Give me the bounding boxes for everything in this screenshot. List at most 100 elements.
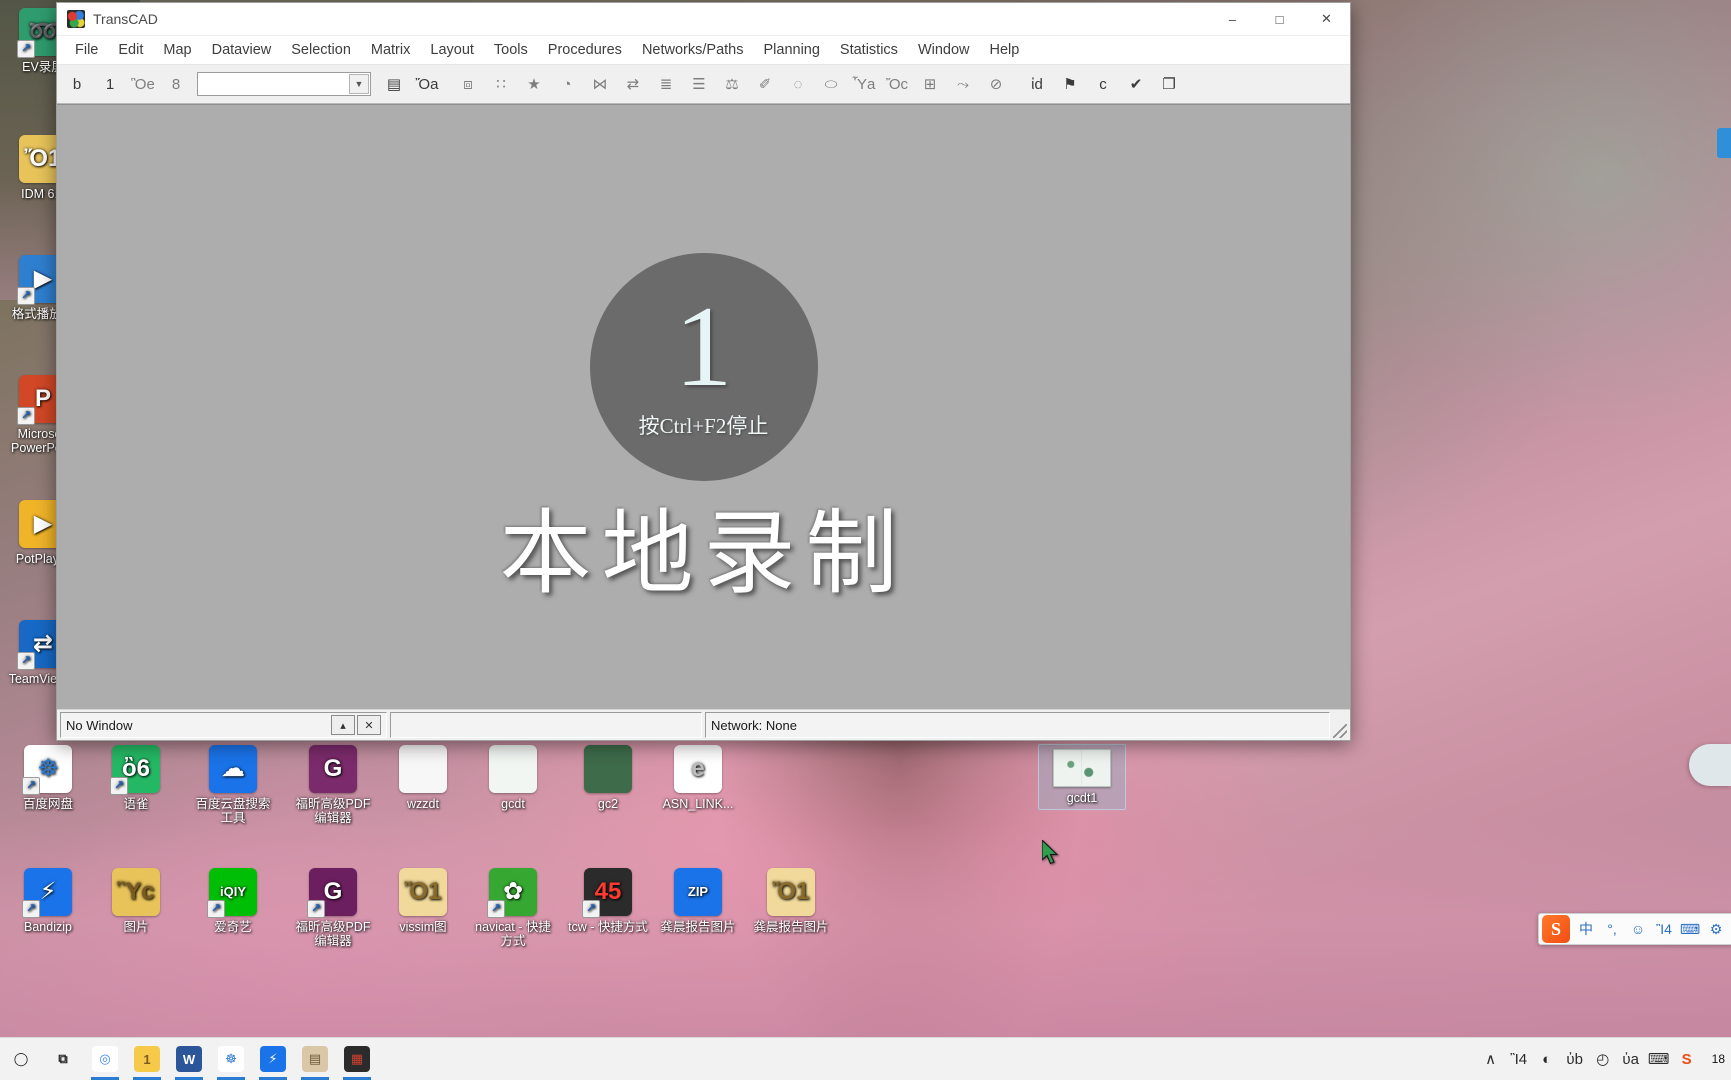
status-window-text: No Window — [66, 718, 132, 733]
cortana-search-icon[interactable]: ◯ — [0, 1038, 42, 1080]
ime-soft-keyboard-icon[interactable]: ⌨ — [1677, 916, 1703, 942]
desktop-icon-navicat-shortcut[interactable]: ✿ ↗ navicat - 快捷方式 — [470, 868, 556, 948]
desktop-icon-gcdt1[interactable]: gcdt1 — [1038, 744, 1126, 810]
wifi-icon[interactable]: ◴ — [1590, 1038, 1616, 1080]
mic-icon[interactable]: Ἲ4 — [1506, 1038, 1532, 1080]
baidu-netdisk-icon: ☸ ↗ — [24, 745, 72, 793]
desktop-icon-tcw-shortcut[interactable]: 45 ↗ tcw - 快捷方式 — [565, 868, 651, 934]
desktop-icon-label: gc2 — [565, 797, 651, 811]
globe-grid-button[interactable]: ἰd — [1021, 68, 1053, 100]
menu-item-dataview[interactable]: Dataview — [202, 38, 282, 62]
desktop-icon-label: ASN_LINK... — [655, 797, 741, 811]
desktop-screen: ➿ ↗ EV录屏 Ὄ1 IDM 6.3 ▶ ↗ 格式播放器 P ↗ Microsoft PowerP… — [0, 0, 1731, 1080]
desktop-icon-asn-link[interactable]: ὜e ASN_LINK... — [655, 745, 741, 811]
maximize-button[interactable]: □ — [1256, 3, 1303, 35]
desktop-icon-label: 百度网盘 — [5, 797, 91, 811]
gongchen-report-pictures-1-icon: ZIP — [674, 868, 722, 916]
menu-item-edit[interactable]: Edit — [108, 38, 153, 62]
menu-item-layout[interactable]: Layout — [420, 38, 484, 62]
menu-item-planning[interactable]: Planning — [753, 38, 829, 62]
status-close-button[interactable]: ✕ — [357, 715, 381, 735]
status-network-pane: Network: None — [705, 712, 1330, 738]
desktop-icon-label: 福昕高级PDF编辑器 — [290, 920, 376, 948]
check-grid-button[interactable]: ✔ — [1120, 68, 1152, 100]
desktop-icon-baidu-netdisk[interactable]: ☸ ↗ 百度网盘 — [5, 745, 91, 811]
battery-icon[interactable]: ὐb — [1562, 1038, 1588, 1080]
desktop-icon-gcdt[interactable]: gcdt — [470, 745, 556, 811]
ime-emoji-icon[interactable]: ☺ — [1625, 916, 1651, 942]
open-folder-button[interactable]: ὜1 — [94, 68, 126, 100]
menu-item-statistics[interactable]: Statistics — [830, 38, 908, 62]
sogou-logo-icon[interactable]: S — [1542, 915, 1570, 943]
bandizip-icon-glyph: ⚡ — [260, 1046, 286, 1072]
desktop-icon-foxit-pdf-editor-2[interactable]: G ↗ 福昕高级PDF编辑器 — [290, 868, 376, 948]
menu-item-file[interactable]: File — [65, 38, 108, 62]
toolbar[interactable]: ὜b ὜1 Ὃe ὚8 ▼ ▤ Ὄa ⧈ ∷ ★ ◔ ⋈ ⇄ ≣ ☰ ⚖ ✐ ◌ ⬭ Ὗa Ὄc ⊞ ⤳ ⊘ ἰd ⚑ ὘c ✔ ❐ — [57, 65, 1350, 104]
iqiyi-icon: iQIY ↗ — [209, 868, 257, 916]
input-switch-icon[interactable]: ⌨ — [1646, 1038, 1672, 1080]
desktop-icon-wzzdt[interactable]: wzzdt — [380, 745, 466, 811]
ime-voice-input-icon[interactable]: Ἲ4 — [1651, 916, 1677, 942]
asn-link-icon: ὜e — [674, 745, 722, 793]
menu-item-matrix[interactable]: Matrix — [361, 38, 420, 62]
resize-grip[interactable] — [1333, 724, 1347, 738]
desktop-icon-label: tcw - 快捷方式 — [565, 920, 651, 934]
ime-mode-chinese[interactable]: 中 — [1573, 916, 1599, 942]
sogou-ime-bar[interactable]: S 中 °, ☺ Ἲ4 ⌨ ⚙ — [1538, 913, 1731, 945]
desktop-icon-gongchen-report-pictures-2[interactable]: Ὄ1 龚晨报告图片 — [748, 868, 834, 934]
menu-item-map[interactable]: Map — [153, 38, 201, 62]
new-file-button[interactable]: ὜b — [61, 68, 93, 100]
archive-app-icon[interactable]: ▤ — [294, 1038, 336, 1080]
menu-item-help[interactable]: Help — [980, 38, 1030, 62]
layer-combo-box[interactable]: ▼ — [197, 72, 371, 96]
flag-grid-button[interactable]: ⚑ — [1054, 68, 1086, 100]
menu-item-networks-paths[interactable]: Networks/Paths — [632, 38, 754, 62]
bandizip-icon[interactable]: ⚡ — [252, 1038, 294, 1080]
ime-items: 中 °, ☺ Ἲ4 ⌨ ⚙ — [1573, 916, 1729, 942]
menu-item-selection[interactable]: Selection — [281, 38, 361, 62]
desktop-icon-yuque[interactable]: ὂ6 ↗ 语雀 — [93, 745, 179, 811]
ime-toolbox-icon[interactable]: ⚙ — [1703, 916, 1729, 942]
volume-icon[interactable]: ὐa — [1618, 1038, 1644, 1080]
word-icon[interactable]: W — [168, 1038, 210, 1080]
transcad-window[interactable]: TransCAD – □ ✕ File Edit Map Dataview Select… — [56, 2, 1351, 741]
chrome-icon[interactable]: ◎ — [84, 1038, 126, 1080]
star-chart-button: ★ — [518, 68, 550, 100]
close-button[interactable]: ✕ — [1303, 3, 1350, 35]
edge-circle-widget[interactable] — [1689, 744, 1731, 786]
desktop-icon-pictures-folder[interactable]: Ὓc 图片 — [93, 868, 179, 934]
baidu-netdisk-icon[interactable]: ☸ — [210, 1038, 252, 1080]
menu-bar[interactable]: File Edit Map Dataview Selection Matrix Layout… — [57, 36, 1350, 65]
chart-button[interactable]: Ὄa — [411, 68, 443, 100]
sogou-tray-icon[interactable]: S — [1674, 1038, 1700, 1080]
task-view-icon[interactable]: ⧉ — [42, 1038, 84, 1080]
dataview-table-button[interactable]: ▤ — [378, 68, 410, 100]
menu-item-tools[interactable]: Tools — [484, 38, 538, 62]
desktop-icon-iqiyi[interactable]: iQIY ↗ 爱奇艺 — [190, 868, 276, 934]
brush-grid-button[interactable]: ὘c — [1087, 68, 1119, 100]
measure-tool-button: ✐ — [749, 68, 781, 100]
windows-taskbar[interactable]: ◯ ⧉ ◎ ὜1 W ☸ ⚡ ▤ ▦ ∧ Ἲ4 ◐ ὐb ◴ ὐa ⌨ S 18 — [0, 1037, 1731, 1080]
desktop-icon-foxit-pdf-editor-1[interactable]: G 福昕高级PDF编辑器 — [290, 745, 376, 825]
menu-item-procedures[interactable]: Procedures — [538, 38, 632, 62]
menu-item-window[interactable]: Window — [908, 38, 980, 62]
minimize-button[interactable]: – — [1209, 3, 1256, 35]
security-icon[interactable]: ◐ — [1534, 1038, 1560, 1080]
show-hidden-icons-icon[interactable]: ∧ — [1478, 1038, 1504, 1080]
export-grid-button[interactable]: ❐ — [1153, 68, 1185, 100]
window-titlebar[interactable]: TransCAD – □ ✕ — [57, 3, 1350, 36]
scatter-matrix-button: ⧈ — [452, 68, 484, 100]
desktop-icon-gc2[interactable]: gc2 — [565, 745, 651, 811]
desktop-icon-bandizip[interactable]: ⚡ ↗ Bandizip — [5, 868, 91, 934]
chrome-icon-glyph: ◎ — [92, 1046, 118, 1072]
file-explorer-icon[interactable]: ὜1 — [126, 1038, 168, 1080]
desktop-icon-gongchen-report-pictures-1[interactable]: ZIP 龚晨报告图片 — [655, 868, 741, 934]
taskbar-clock[interactable]: 18 — [1706, 1052, 1731, 1066]
edge-tab-widget[interactable] — [1717, 128, 1731, 158]
ime-punctuation[interactable]: °, — [1599, 916, 1625, 942]
chevron-down-icon[interactable]: ▼ — [349, 74, 369, 94]
desktop-icon-baidu-cloud-search-tool[interactable]: ☁ 百度云盘搜索工具 — [190, 745, 276, 825]
desktop-icon-vissim-pictures[interactable]: Ὄ1 vissim图 — [380, 868, 466, 934]
transcad-icon[interactable]: ▦ — [336, 1038, 378, 1080]
status-restore-button[interactable]: ▴ — [331, 715, 355, 735]
